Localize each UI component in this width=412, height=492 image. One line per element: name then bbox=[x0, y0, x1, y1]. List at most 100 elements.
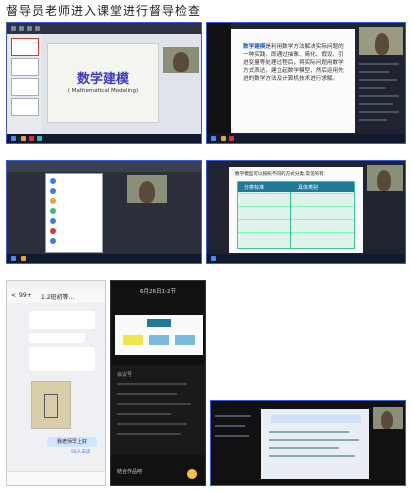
phone-meeting-screenshot: 6月26日1-2节 会议号 结合作品吧 bbox=[110, 280, 206, 486]
shared-photo[interactable] bbox=[31, 381, 71, 429]
slide-heading-bar bbox=[271, 415, 361, 423]
menu-item[interactable] bbox=[50, 178, 56, 184]
menu-icon[interactable] bbox=[11, 26, 16, 31]
side-icons bbox=[215, 411, 255, 471]
table-row bbox=[238, 232, 354, 245]
slide-thumbnail[interactable] bbox=[11, 38, 39, 56]
taskbar-app-icon[interactable] bbox=[229, 136, 234, 141]
classification-table: 分类标准 具体类别 bbox=[237, 181, 355, 249]
info-line bbox=[117, 413, 171, 415]
reply-text: 我老师早上好 bbox=[56, 439, 87, 445]
slide-highlight: 数学建模 bbox=[243, 44, 266, 50]
menu-item[interactable] bbox=[50, 238, 56, 244]
diagram-box bbox=[123, 335, 143, 345]
screenshot-laptop-slide bbox=[210, 400, 406, 486]
menu-item[interactable] bbox=[50, 188, 56, 194]
windows-taskbar bbox=[207, 134, 405, 143]
teacher-webcam bbox=[367, 165, 403, 191]
chat-header: < 99+ 1.2班初等... bbox=[7, 289, 105, 303]
redo-icon[interactable] bbox=[35, 26, 40, 31]
undo-icon[interactable] bbox=[27, 26, 32, 31]
table-row bbox=[238, 193, 354, 206]
popup-menu[interactable] bbox=[45, 173, 103, 253]
slide-line bbox=[269, 431, 349, 433]
info-line bbox=[117, 393, 177, 395]
menu-item[interactable] bbox=[50, 208, 56, 214]
teacher-webcam bbox=[163, 47, 199, 73]
windows-taskbar bbox=[7, 134, 201, 143]
windows-taskbar bbox=[207, 254, 405, 263]
meeting-label: 会议号 bbox=[117, 372, 133, 378]
table-header-cell: 分类标准 bbox=[244, 185, 265, 191]
slide-canvas bbox=[261, 409, 369, 479]
info-line bbox=[117, 403, 191, 405]
table-header: 分类标准 具体类别 bbox=[238, 182, 354, 192]
chat-input-bar[interactable] bbox=[7, 471, 105, 485]
info-line bbox=[117, 383, 187, 385]
screenshot-slide-table: 数学模型可以按照不同的方式分类,常见的有: 分类标准 具体类别 bbox=[206, 160, 406, 264]
screenshot-slide-title: 数学建模 ( Mathematical Modeling) bbox=[6, 22, 202, 144]
slide-title: 数学建模 bbox=[76, 72, 129, 87]
app-toolbar bbox=[7, 161, 201, 172]
footer-text[interactable]: 结合作品吧 bbox=[117, 468, 142, 475]
table-row bbox=[238, 206, 354, 219]
slide-line bbox=[269, 455, 355, 457]
slide-heading: 数学模型可以按照不同的方式分类,常见的有: bbox=[235, 172, 326, 177]
teacher-figure bbox=[139, 181, 155, 203]
phone-chat-screenshot: < 99+ 1.2班初等... 我老师早上好 56人未读 bbox=[6, 280, 106, 486]
chat-message bbox=[359, 119, 387, 121]
start-icon[interactable] bbox=[11, 256, 16, 261]
slide-canvas: 数学建模是利用数学方法解决实际问题的一种实践。即通过抽象、简化、假设、引进变量等… bbox=[231, 29, 355, 133]
meeting-header: 6月26日1-2节 bbox=[111, 287, 205, 299]
chat-message bbox=[359, 71, 389, 73]
table-column-divider bbox=[290, 192, 291, 248]
chat-message bbox=[359, 95, 399, 97]
side-item[interactable] bbox=[215, 425, 245, 427]
info-line bbox=[117, 433, 181, 435]
slide-left-margin bbox=[207, 23, 231, 134]
taskbar-app-icon[interactable] bbox=[37, 136, 42, 141]
back-icon[interactable]: < bbox=[11, 292, 16, 299]
handwriting bbox=[44, 394, 58, 418]
taskbar-app-icon[interactable] bbox=[21, 136, 26, 141]
slide-thumbnail[interactable] bbox=[11, 58, 39, 76]
chat-title: 1.2班初等... bbox=[41, 294, 75, 301]
chat-message bbox=[359, 87, 385, 89]
side-item[interactable] bbox=[215, 415, 251, 417]
info-line bbox=[117, 423, 187, 425]
chat-message bbox=[359, 63, 399, 65]
save-icon[interactable] bbox=[19, 26, 24, 31]
menu-item[interactable] bbox=[50, 228, 56, 234]
slide-subtitle: ( Mathematical Modeling) bbox=[67, 88, 139, 94]
taskbar-app-icon[interactable] bbox=[221, 136, 226, 141]
screenshot-app-menu bbox=[6, 160, 202, 264]
teacher-webcam bbox=[373, 407, 403, 429]
start-icon[interactable] bbox=[11, 136, 16, 141]
slide-canvas: 数学模型可以按照不同的方式分类,常见的有: 分类标准 具体类别 bbox=[229, 167, 363, 253]
taskbar-app-icon[interactable] bbox=[21, 256, 26, 261]
chat-message bbox=[359, 79, 397, 81]
page-caption: 督导员老师进入课堂进行督导检查 bbox=[6, 4, 202, 18]
teacher-figure bbox=[377, 170, 391, 191]
emoji-icon[interactable] bbox=[187, 469, 197, 479]
table-header-cell: 具体类别 bbox=[298, 185, 319, 191]
slide-thumbnail[interactable] bbox=[11, 78, 39, 96]
taskbar-app-icon[interactable] bbox=[29, 136, 34, 141]
teacher-webcam bbox=[359, 27, 403, 55]
slide-definition-text: 数学建模是利用数学方法解决实际问题的一种实践。即通过抽象、简化、假设、引进变量等… bbox=[243, 43, 349, 83]
message-bubble bbox=[29, 333, 85, 343]
side-item[interactable] bbox=[215, 435, 249, 437]
slide-thumbnail-panel[interactable] bbox=[7, 34, 41, 136]
start-icon[interactable] bbox=[211, 256, 216, 261]
slide-thumbnail[interactable] bbox=[11, 98, 39, 116]
unread-count: 99+ bbox=[19, 292, 32, 299]
chat-message bbox=[359, 103, 393, 105]
menu-item[interactable] bbox=[50, 198, 56, 204]
teacher-figure bbox=[375, 33, 389, 55]
reply-bubble[interactable]: 我老师早上好 bbox=[47, 437, 97, 447]
teacher-figure bbox=[381, 411, 393, 429]
start-icon[interactable] bbox=[211, 136, 216, 141]
menu-item[interactable] bbox=[50, 218, 56, 224]
slide-line bbox=[269, 447, 339, 449]
teacher-figure bbox=[173, 52, 189, 72]
